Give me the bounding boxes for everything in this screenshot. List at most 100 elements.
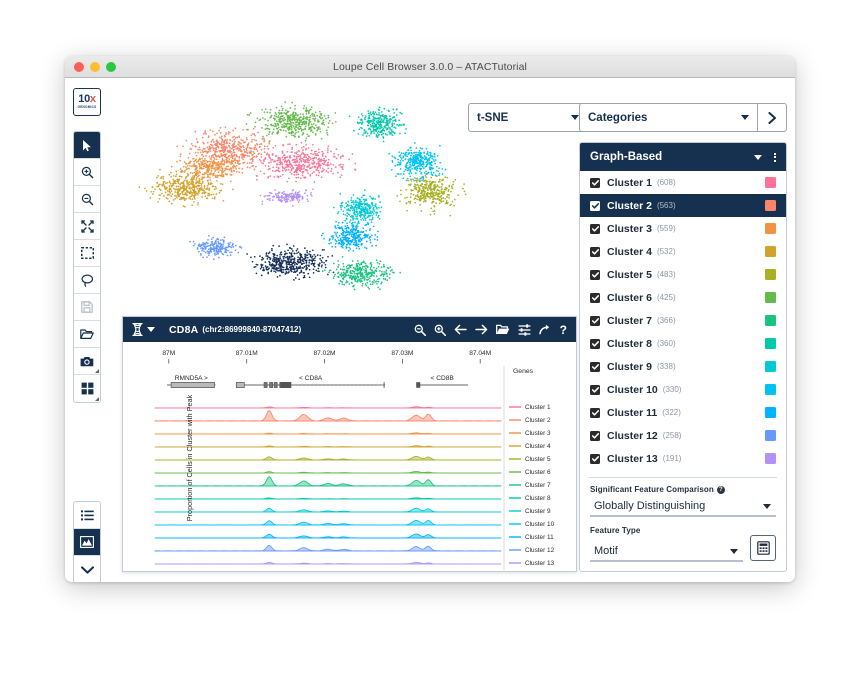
feature-type-select[interactable]: Motif	[590, 543, 743, 562]
gb-share-button[interactable]	[538, 324, 552, 335]
cluster-checkbox[interactable]	[590, 453, 600, 464]
coverage-track-13[interactable]: Cluster 13	[154, 560, 555, 567]
cluster-row-2[interactable]: Cluster 2 (563)	[580, 194, 786, 217]
cluster-color-swatch[interactable]	[765, 269, 776, 280]
cluster-color-swatch[interactable]	[765, 361, 776, 372]
categories-select[interactable]: Categories	[580, 104, 757, 131]
cluster-color-swatch[interactable]	[765, 430, 776, 441]
coverage-track-4[interactable]: Cluster 4	[154, 443, 551, 450]
dna-track-menu[interactable]	[132, 323, 155, 336]
cluster-row-13[interactable]: Cluster 13 (191)	[580, 447, 786, 470]
zoom-out-tool[interactable]	[74, 186, 100, 213]
categories-expand-button[interactable]	[757, 104, 786, 131]
cluster-checkbox[interactable]	[590, 246, 600, 257]
cluster-checkbox[interactable]	[590, 177, 600, 188]
gb-zoom-out-button[interactable]	[414, 324, 426, 336]
help-icon[interactable]: ?	[716, 485, 725, 494]
tsne-cluster-7	[321, 256, 402, 291]
pointer-tool[interactable]	[74, 132, 100, 159]
cluster-color-swatch[interactable]	[765, 338, 776, 349]
cluster-checkbox[interactable]	[590, 315, 600, 326]
brand-logo: 10x GENOMICS	[73, 88, 101, 116]
screenshot-tool[interactable]	[74, 348, 100, 375]
cluster-row-1[interactable]: Cluster 1 (608)	[580, 171, 786, 194]
coverage-track-12[interactable]: Cluster 12	[154, 544, 555, 554]
gene-feature-3[interactable]: < CD8B	[416, 375, 469, 388]
tsne-cluster-1	[249, 141, 357, 183]
cluster-checkbox[interactable]	[590, 292, 600, 303]
cluster-count: (258)	[662, 431, 682, 440]
calculate-button[interactable]	[750, 535, 776, 561]
cluster-checkbox[interactable]	[590, 407, 600, 418]
cluster-row-10[interactable]: Cluster 10 (330)	[580, 378, 786, 401]
cluster-row-6[interactable]: Cluster 6 (425)	[580, 286, 786, 309]
genome-browser-gene: CD8A	[169, 323, 199, 336]
kebab-menu-icon[interactable]	[774, 152, 776, 162]
rectangle-select-tool[interactable]	[74, 240, 100, 267]
coverage-track-7[interactable]: Cluster 7	[154, 476, 551, 490]
coverage-track-6[interactable]: Cluster 6	[154, 469, 551, 476]
gb-pan-left-button[interactable]	[454, 324, 467, 335]
chevron-down-icon[interactable]	[754, 154, 762, 160]
screen-root: Loupe Cell Browser 3.0.0 – ATACTutorial …	[0, 0, 860, 675]
gb-pan-right-button[interactable]	[474, 324, 488, 335]
cluster-row-7[interactable]: Cluster 7 (366)	[580, 309, 786, 332]
cluster-row-5[interactable]: Cluster 5 (483)	[580, 263, 786, 286]
gb-help-button[interactable]: ?	[560, 324, 567, 336]
lasso-select-tool[interactable]	[74, 267, 100, 294]
cluster-color-swatch[interactable]	[765, 407, 776, 418]
cluster-row-12[interactable]: Cluster 12 (258)	[580, 424, 786, 447]
coverage-track-9[interactable]: Cluster 9	[154, 507, 551, 515]
gb-zoom-in-button[interactable]	[434, 324, 446, 336]
list-view-tool[interactable]	[74, 502, 100, 529]
cluster-checkbox[interactable]	[590, 200, 600, 211]
cluster-color-swatch[interactable]	[765, 223, 776, 234]
cluster-checkbox[interactable]	[590, 269, 600, 280]
gb-open-button[interactable]	[495, 324, 510, 335]
cluster-row-4[interactable]: Cluster 4 (532)	[580, 240, 786, 263]
cluster-row-9[interactable]: Cluster 9 (338)	[580, 355, 786, 378]
cluster-color-swatch[interactable]	[765, 177, 776, 188]
cluster-color-swatch[interactable]	[765, 200, 776, 211]
coverage-track-2[interactable]: Cluster 2	[154, 410, 551, 424]
cluster-color-swatch[interactable]	[765, 315, 776, 326]
coverage-track-10[interactable]: Cluster 10	[154, 519, 555, 528]
fit-to-screen-tool[interactable]	[74, 213, 100, 240]
genome-browser-plot[interactable]: Proportion of Cells in Cluster with Peak…	[123, 342, 576, 571]
cluster-color-swatch[interactable]	[765, 292, 776, 303]
coverage-track-5[interactable]: Cluster 5	[154, 456, 551, 463]
grid-layout-tool[interactable]	[74, 375, 100, 402]
tsne-cluster-6	[245, 101, 337, 142]
chart-view-tool[interactable]	[74, 529, 100, 556]
cluster-color-swatch[interactable]	[765, 453, 776, 464]
genes-track-label: Genes	[513, 368, 534, 375]
cluster-checkbox[interactable]	[590, 338, 600, 349]
tsne-cluster-11	[320, 218, 379, 252]
cluster-color-swatch[interactable]	[765, 384, 776, 395]
cluster-checkbox[interactable]	[590, 430, 600, 441]
cluster-row-8[interactable]: Cluster 8 (360)	[580, 332, 786, 355]
coverage-track-1[interactable]: Cluster 1	[154, 404, 551, 411]
cluster-row-11[interactable]: Cluster 11 (322)	[580, 401, 786, 424]
zoom-in-tool[interactable]	[74, 159, 100, 186]
cluster-color-swatch[interactable]	[765, 246, 776, 257]
tsne-cluster-12	[189, 234, 243, 260]
cluster-checkbox[interactable]	[590, 223, 600, 234]
coverage-track-3[interactable]: Cluster 3	[154, 430, 551, 437]
cluster-row-3[interactable]: Cluster 3 (559)	[580, 217, 786, 240]
gene-feature-1[interactable]: RMND5A >	[167, 375, 216, 388]
save-tool[interactable]	[74, 294, 100, 321]
cluster-count: (425)	[656, 293, 676, 302]
coverage-track-11[interactable]: Cluster 11	[154, 533, 554, 541]
comparison-select[interactable]: Globally Distinguishing	[590, 498, 776, 517]
cluster-checkbox[interactable]	[590, 361, 600, 372]
tsne-scatter-plot[interactable]	[105, 88, 575, 308]
chevron-down-icon	[147, 327, 155, 332]
coverage-track-8[interactable]: Cluster 8	[154, 495, 551, 502]
cluster-checkbox[interactable]	[590, 384, 600, 395]
cluster-panel-header[interactable]: Graph-Based	[580, 143, 786, 171]
open-tool[interactable]	[74, 321, 100, 348]
gb-settings-button[interactable]	[518, 323, 531, 336]
gene-feature-2[interactable]: < CD8A	[235, 375, 386, 388]
collapse-tool[interactable]	[74, 556, 100, 582]
